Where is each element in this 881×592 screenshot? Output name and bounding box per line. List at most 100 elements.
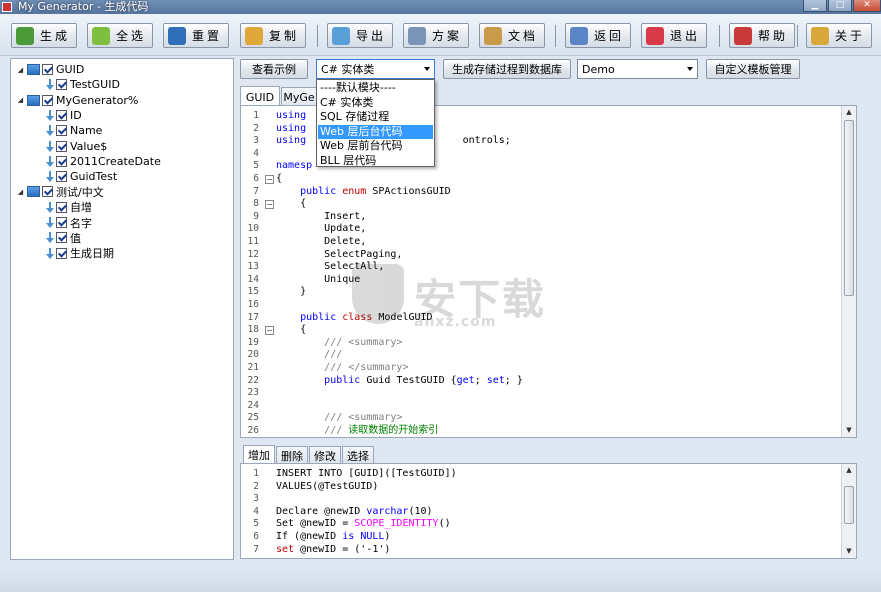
line-number: 9	[253, 210, 259, 222]
custom-template-button[interactable]: 自定义模板管理	[706, 59, 800, 79]
tree-checkbox[interactable]	[56, 201, 67, 213]
template-combo[interactable]: C# 实体类	[316, 59, 435, 79]
tab-mygenerator[interactable]: MyGe	[281, 87, 317, 107]
dropdown-option[interactable]: Web 层后台代码	[318, 124, 433, 139]
copy-icon	[245, 26, 263, 45]
tab-guid[interactable]: GUID	[240, 86, 280, 107]
about-button[interactable]: 关于	[806, 23, 872, 48]
close-button[interactable]: ✕	[853, 0, 881, 12]
tree-field-node[interactable]: ID	[44, 108, 82, 123]
code-line: set @newID = ('-1')	[276, 543, 391, 555]
toolbar-separator	[555, 25, 556, 47]
tree-field-node[interactable]: 自增	[44, 200, 92, 215]
toolbar-button-label: 重置	[192, 29, 223, 43]
tree-field-node[interactable]: 生成日期	[44, 246, 114, 261]
tree-checkbox[interactable]	[56, 247, 67, 259]
sql-scroll-thumb[interactable]	[844, 486, 854, 524]
scroll-up-icon[interactable]: ▲	[842, 464, 856, 476]
line-number: 2	[253, 122, 259, 134]
scroll-down-icon[interactable]: ▼	[842, 424, 856, 436]
scroll-up-icon[interactable]: ▲	[842, 106, 856, 118]
dropdown-option[interactable]: ----默认模块----	[318, 81, 433, 96]
code-line: }	[276, 286, 307, 298]
expand-arrow-icon[interactable]: ◢	[16, 188, 25, 196]
tree-checkbox[interactable]	[56, 232, 67, 244]
view-sample-button[interactable]: 查看示例	[240, 59, 308, 79]
tree-checkbox[interactable]	[56, 109, 67, 121]
scheme-button[interactable]: 方案	[403, 23, 469, 48]
line-number: 20	[247, 349, 259, 361]
export-button[interactable]: 导出	[327, 23, 393, 48]
copy-button[interactable]: 复制	[240, 23, 306, 48]
database-combo-value: Demo	[582, 62, 615, 76]
code-scroll-thumb[interactable]	[844, 120, 854, 296]
fold-toggle-icon[interactable]: −	[265, 200, 274, 210]
tree-checkbox[interactable]	[56, 125, 67, 137]
tab-delete[interactable]: 删除	[276, 446, 308, 464]
generate-button[interactable]: 生成	[11, 23, 77, 48]
tree-checkbox[interactable]	[56, 140, 67, 152]
tree-table-node[interactable]: ◢ MyGenerator%	[16, 93, 139, 108]
tree-field-node[interactable]: GuidTest	[44, 169, 117, 184]
fold-toggle-icon[interactable]: −	[265, 175, 274, 184]
maximize-button[interactable]: □	[828, 0, 852, 12]
tab-insert[interactable]: 增加	[243, 445, 275, 464]
line-number: 4	[253, 147, 259, 159]
tab-select[interactable]: 选择	[342, 446, 374, 464]
tree-field-node[interactable]: 名字	[44, 215, 92, 230]
template-dropdown-list[interactable]: ----默认模块---- C# 实体类 SQL 存储过程 Web 层后台代码 Web 层…	[316, 79, 435, 167]
tree-checkbox[interactable]	[42, 94, 53, 106]
minimize-button[interactable]: ▁	[803, 0, 827, 12]
sql-scrollbar[interactable]: ▲ ▼	[841, 464, 856, 558]
generate-proc-button[interactable]: 生成存储过程到数据库	[443, 59, 571, 79]
line-number: 3	[253, 135, 259, 147]
tree-field-node[interactable]: TestGUID	[44, 77, 120, 92]
fold-toggle-icon[interactable]: −	[265, 326, 274, 336]
tab-update[interactable]: 修改	[309, 446, 341, 464]
dropdown-option[interactable]: Web 层前台代码	[318, 139, 433, 154]
field-arrow-icon	[46, 140, 54, 152]
back-button[interactable]: 返回	[565, 23, 631, 48]
code-scrollbar[interactable]: ▲ ▼	[841, 106, 856, 437]
app-icon	[2, 2, 12, 12]
tree-checkbox[interactable]	[42, 64, 53, 75]
dropdown-option[interactable]: BLL 层代码	[318, 154, 433, 169]
line-number: 12	[247, 248, 259, 260]
dropdown-option[interactable]: SQL 存储过程	[318, 110, 433, 125]
code-line: VALUES(@TestGUID)	[276, 480, 379, 492]
docs-button[interactable]: 文档	[479, 23, 545, 48]
line-number: 8	[253, 198, 259, 210]
help-button[interactable]: 帮助	[729, 23, 795, 48]
tree-table-node[interactable]: ◢ 测试/中文	[16, 184, 104, 199]
code-line: /// <summary>	[324, 336, 403, 348]
exit-button[interactable]: 退出	[641, 23, 707, 48]
line-number: 1	[253, 468, 259, 479]
line-number: 2	[253, 480, 259, 492]
database-combo[interactable]: Demo	[577, 59, 698, 79]
sql-editor[interactable]: ▲ ▼ 1 INSERT INTO [GUID]([TestGUID]) 2 VALU…	[240, 463, 857, 559]
line-number: 14	[247, 273, 259, 285]
scroll-down-icon[interactable]: ▼	[842, 545, 856, 557]
expand-arrow-icon[interactable]: ◢	[16, 66, 25, 74]
table-tree[interactable]: ◢ GUID TestGUID ◢ MyGenerator% ID Name Value$ 20…	[10, 58, 234, 560]
dropdown-option[interactable]: C# 实体类	[318, 96, 433, 111]
tree-field-node[interactable]: 2011CreateDate	[44, 154, 161, 169]
tree-field-node[interactable]: 值	[44, 230, 81, 245]
tree-checkbox[interactable]	[42, 186, 53, 198]
toolbar-button-label: 返回	[594, 29, 625, 43]
tree-table-node[interactable]: ◢ GUID	[16, 62, 85, 77]
field-arrow-icon	[46, 201, 54, 213]
line-number: 13	[247, 261, 259, 273]
tree-checkbox[interactable]	[56, 171, 67, 183]
tree-checkbox[interactable]	[56, 79, 67, 91]
tree-field-node[interactable]: Name	[44, 123, 102, 138]
field-arrow-icon	[46, 171, 54, 183]
code-line: {	[276, 198, 307, 210]
reset-button[interactable]: 重置	[163, 23, 229, 48]
tree-checkbox[interactable]	[56, 217, 67, 228]
select-all-button[interactable]: 全选	[87, 23, 153, 48]
line-number: 15	[247, 286, 259, 298]
tree-checkbox[interactable]	[56, 155, 67, 167]
expand-arrow-icon[interactable]: ◢	[16, 96, 25, 104]
tree-field-node[interactable]: Value$	[44, 139, 107, 154]
